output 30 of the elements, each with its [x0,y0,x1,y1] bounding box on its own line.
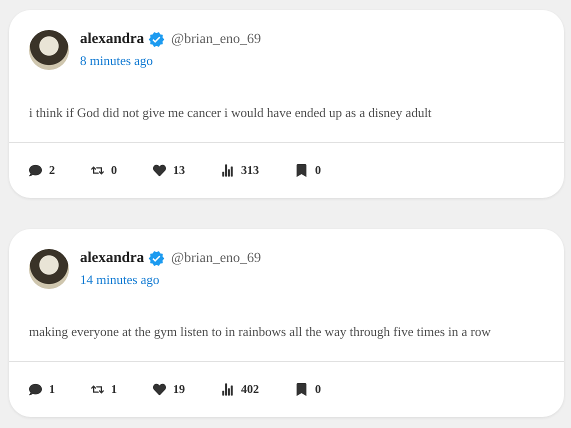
bar-chart-icon[interactable] [221,383,234,396]
comment-icon[interactable] [29,383,42,396]
bookmark-icon[interactable] [295,164,308,177]
stat-count: 402 [241,382,259,397]
stat-count: 0 [111,163,117,178]
author-handle: @brian_eno_69 [171,32,262,48]
avatar[interactable] [29,30,69,70]
stat-count: 313 [241,163,259,178]
heart-icon[interactable] [153,164,166,177]
stat-count: 13 [173,163,185,178]
timestamp[interactable]: 14 minutes ago [80,272,262,288]
stat-count: 0 [315,382,321,397]
post-text: making everyone at the gym listen to in rainbows all the way through five times in a row [29,323,492,341]
comment-icon[interactable] [29,164,42,177]
avatar[interactable] [29,249,69,289]
bar-chart-icon[interactable] [221,164,234,177]
stat-count: 0 [315,163,321,178]
stat-count: 1 [111,382,117,397]
post-text: i think if God did not give me cancer i would have ended up as a disney adult [29,104,433,122]
stat-count: 1 [49,382,55,397]
stat-count: 2 [49,163,55,178]
bookmark-icon[interactable] [295,383,308,396]
stat-count: 19 [173,382,185,397]
author-name: alexandra [80,31,144,48]
timestamp[interactable]: 8 minutes ago [80,53,262,69]
repost-icon[interactable] [91,164,104,177]
author-name: alexandra [80,250,144,267]
repost-icon[interactable] [91,383,104,396]
heart-icon[interactable] [153,383,166,396]
author-handle: @brian_eno_69 [171,250,262,266]
